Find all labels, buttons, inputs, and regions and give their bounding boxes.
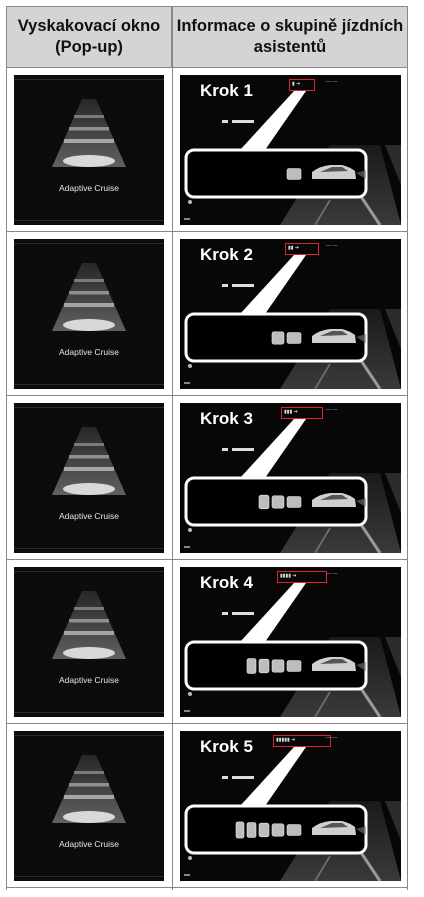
gap-bar — [246, 822, 257, 838]
gap-bar — [286, 332, 302, 344]
cluster-screen: Krok 5 ▮▮▮▮▮ ➔ — — — [180, 731, 401, 881]
popup-screen: Adaptive Cruise — [14, 403, 164, 553]
gap-bar — [271, 331, 285, 345]
highlighted-gap-indicator: ▮ ➔ — [289, 79, 315, 91]
popup-caption: Adaptive Cruise — [58, 839, 119, 849]
table-border-left — [6, 6, 7, 890]
step-label: Krok 3 — [200, 409, 253, 428]
road-gap-graphic — [52, 755, 126, 823]
cluster-screen: Krok 3 ▮▮▮ ➔ — — — [180, 403, 401, 553]
highlighted-gap-indicator: ▮▮ ➔ — [285, 243, 319, 255]
row-divider — [6, 887, 408, 888]
header-info-column: Informace o skupině jízdních asistentů — [172, 6, 408, 68]
table-border-right — [407, 6, 408, 890]
road-gap-graphic — [52, 263, 126, 331]
gap-indicator-text: ▮▮▮ ➔ — [284, 409, 298, 415]
gap-indicator-text: ▮▮ ➔ — [288, 245, 300, 251]
step-label: Krok 2 — [200, 245, 253, 264]
driver-assist-table: Vyskakovací okno (Pop-up) Informace o sk… — [0, 0, 424, 897]
step-label: Krok 4 — [200, 573, 253, 592]
gap-bar — [286, 660, 302, 672]
gap-bar — [271, 659, 285, 673]
cluster-screen: Krok 2 ▮▮ ➔ — — — [180, 239, 401, 389]
gap-indicator-text: ▮▮▮▮▮ ➔ — [276, 737, 296, 743]
popup-caption: Adaptive Cruise — [58, 511, 119, 521]
step-label: Krok 5 — [200, 737, 253, 756]
highlighted-gap-indicator: ▮▮▮▮▮ ➔ — [273, 735, 331, 747]
row-divider — [6, 723, 408, 724]
cluster-screen: Krok 1 ▮ ➔ — — — [180, 75, 401, 225]
table-border-middle — [172, 6, 173, 890]
cluster-screen: Krok 4 ▮▮▮▮ ➔ — — — [180, 567, 401, 717]
gap-bar — [271, 823, 285, 837]
distance-indicator: — — — [326, 735, 338, 741]
highlighted-gap-indicator: ▮▮▮▮ ➔ — [277, 571, 327, 583]
distance-indicator: — — — [326, 571, 338, 577]
road-gap-graphic — [52, 591, 126, 659]
gap-bar — [271, 495, 285, 509]
gap-bar — [258, 822, 270, 838]
distance-indicator: — — — [326, 407, 338, 413]
road-gap-graphic — [52, 99, 126, 167]
distance-indicator: — — — [326, 79, 338, 85]
gap-bar — [286, 824, 302, 836]
popup-screen: Adaptive Cruise — [14, 75, 164, 225]
popup-screen: Adaptive Cruise — [14, 239, 164, 389]
gap-bar — [258, 658, 270, 674]
popup-screen: Adaptive Cruise — [14, 567, 164, 717]
gap-bar — [286, 496, 302, 508]
gap-bar — [286, 168, 302, 180]
popup-caption: Adaptive Cruise — [58, 183, 119, 193]
header-popup-column: Vyskakovací okno (Pop-up) — [6, 6, 172, 68]
row-divider — [6, 231, 408, 232]
popup-caption: Adaptive Cruise — [58, 675, 119, 685]
row-divider — [6, 559, 408, 560]
gap-bar — [235, 821, 245, 839]
highlighted-gap-indicator: ▮▮▮ ➔ — [281, 407, 323, 419]
gap-indicator-text: ▮▮▮▮ ➔ — [280, 573, 297, 579]
popup-caption: Adaptive Cruise — [58, 347, 119, 357]
gap-indicator-text: ▮ ➔ — [292, 81, 301, 87]
row-divider — [6, 395, 408, 396]
gap-bar — [258, 494, 270, 510]
distance-indicator: — — — [326, 243, 338, 249]
road-gap-graphic — [52, 427, 126, 495]
step-label: Krok 1 — [200, 81, 253, 100]
popup-screen: Adaptive Cruise — [14, 731, 164, 881]
gap-bar — [246, 658, 257, 674]
